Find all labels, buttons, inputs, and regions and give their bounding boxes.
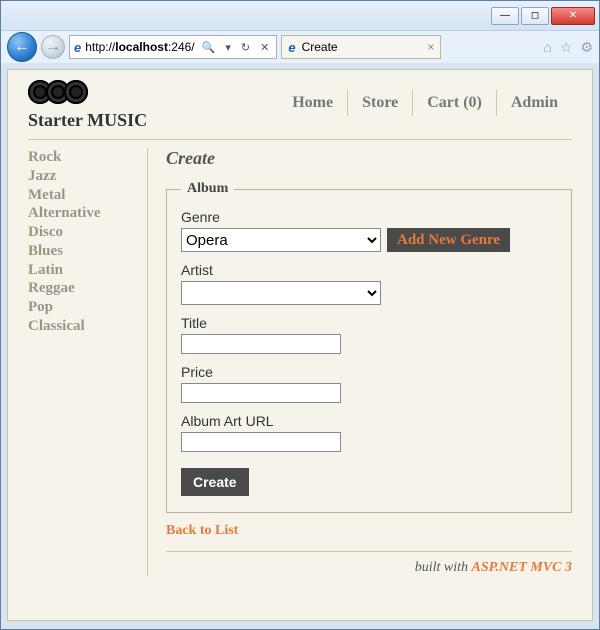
search-icon[interactable]: 🔍 xyxy=(199,41,219,54)
title-label: Title xyxy=(181,315,557,331)
brand: Starter MUSIC xyxy=(28,80,147,131)
price-label: Price xyxy=(181,364,557,380)
site-title: Starter MUSIC xyxy=(28,110,147,131)
body-columns: Rock Jazz Metal Alternative Disco Blues … xyxy=(28,139,572,576)
home-icon[interactable]: ⌂ xyxy=(543,39,551,56)
logo-icon xyxy=(28,80,104,106)
main-panel: Create Album Genre Opera Add New Genre xyxy=(148,148,572,576)
sidebar-item-disco[interactable]: Disco xyxy=(28,223,137,242)
sidebar-item-jazz[interactable]: Jazz xyxy=(28,167,137,186)
price-input[interactable] xyxy=(181,383,341,403)
stop-icon[interactable]: ✕ xyxy=(257,41,272,54)
favorites-icon[interactable]: ☆ xyxy=(560,39,573,56)
forward-button[interactable]: → xyxy=(41,35,65,59)
fieldset-legend: Album xyxy=(181,181,234,197)
genre-field: Genre Opera Add New Genre xyxy=(181,209,557,252)
sidebar-item-latin[interactable]: Latin xyxy=(28,261,137,280)
arturl-input[interactable] xyxy=(181,432,341,452)
back-button[interactable]: ← xyxy=(7,32,37,62)
main-nav: Home Store Cart (0) Admin xyxy=(278,80,572,116)
sidebar-item-alternative[interactable]: Alternative xyxy=(28,204,137,223)
nav-home[interactable]: Home xyxy=(278,90,347,116)
genre-select[interactable]: Opera xyxy=(181,228,381,252)
album-fieldset: Album Genre Opera Add New Genre Artist xyxy=(166,181,572,513)
dropdown-icon[interactable]: ▾ xyxy=(222,41,234,54)
genre-label: Genre xyxy=(181,209,557,225)
price-field: Price xyxy=(181,364,557,403)
maximize-button[interactable]: ◻ xyxy=(521,7,549,25)
window-titlebar: — ◻ ✕ xyxy=(1,1,599,31)
browser-toolbar: ← → e http://localhost:246/ 🔍 ▾ ↻ ✕ e Cr… xyxy=(1,31,599,63)
browser-window: — ◻ ✕ ← → e http://localhost:246/ 🔍 ▾ ↻ … xyxy=(0,0,600,630)
ie-icon: e xyxy=(74,40,81,55)
site-header: Starter MUSIC Home Store Cart (0) Admin xyxy=(28,80,572,139)
browser-tab[interactable]: e Create × xyxy=(281,35,441,59)
create-button[interactable]: Create xyxy=(181,468,249,496)
close-button[interactable]: ✕ xyxy=(551,7,595,25)
footer-link[interactable]: ASP.NET MVC 3 xyxy=(472,560,573,575)
sidebar-item-blues[interactable]: Blues xyxy=(28,242,137,261)
arturl-field: Album Art URL xyxy=(181,413,557,452)
nav-admin[interactable]: Admin xyxy=(496,90,572,116)
sidebar-item-rock[interactable]: Rock xyxy=(28,148,137,167)
ie-icon: e xyxy=(288,40,295,55)
artist-select[interactable] xyxy=(181,281,381,305)
nav-cart[interactable]: Cart (0) xyxy=(412,90,496,116)
artist-field: Artist xyxy=(181,262,557,305)
page-heading: Create xyxy=(166,148,572,169)
title-field: Title xyxy=(181,315,557,354)
address-bar[interactable]: e http://localhost:246/ 🔍 ▾ ↻ ✕ xyxy=(69,35,277,59)
minimize-button[interactable]: — xyxy=(491,7,519,25)
artist-label: Artist xyxy=(181,262,557,278)
footer-text: built with xyxy=(415,560,472,575)
tab-title: Create xyxy=(302,40,338,54)
genre-sidebar: Rock Jazz Metal Alternative Disco Blues … xyxy=(28,148,148,576)
browser-tools: ⌂ ☆ ⚙ xyxy=(543,39,593,56)
arturl-label: Album Art URL xyxy=(181,413,557,429)
sidebar-item-metal[interactable]: Metal xyxy=(28,186,137,205)
tools-icon[interactable]: ⚙ xyxy=(580,39,593,56)
sidebar-item-pop[interactable]: Pop xyxy=(28,298,137,317)
page-footer: built with ASP.NET MVC 3 xyxy=(166,551,572,576)
sidebar-item-classical[interactable]: Classical xyxy=(28,317,137,336)
tab-close-icon[interactable]: × xyxy=(427,40,434,54)
url-text: http://localhost:246/ xyxy=(85,40,194,54)
refresh-icon[interactable]: ↻ xyxy=(238,41,253,54)
title-input[interactable] xyxy=(181,334,341,354)
back-to-list-link[interactable]: Back to List xyxy=(166,523,238,539)
nav-store[interactable]: Store xyxy=(347,90,412,116)
add-genre-button[interactable]: Add New Genre xyxy=(387,228,510,252)
sidebar-item-reggae[interactable]: Reggae xyxy=(28,279,137,298)
page-content: Starter MUSIC Home Store Cart (0) Admin … xyxy=(7,69,593,621)
